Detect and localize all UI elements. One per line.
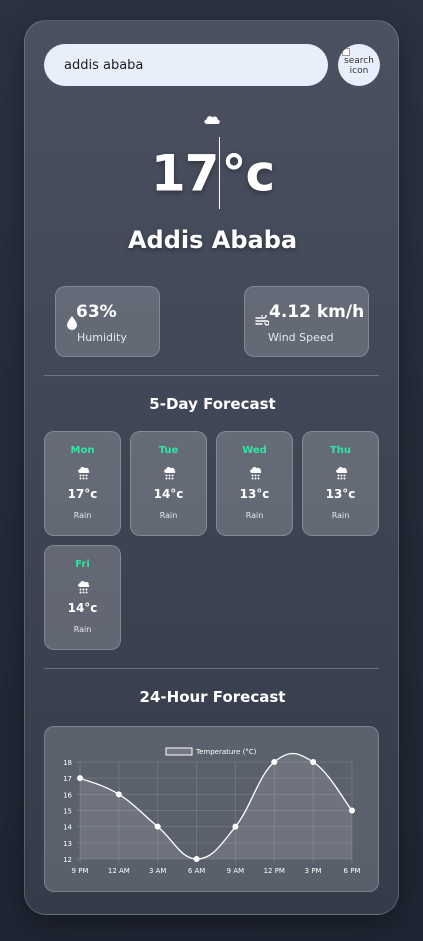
rain-cloud-icon	[78, 466, 90, 480]
wind-label: Wind Speed	[268, 331, 334, 344]
data-point	[310, 759, 317, 765]
wind-box: 4.12 km/h Wind Speed	[244, 286, 369, 357]
weather-card: search icon 17°c Addis Ababa 63% Humidit…	[24, 20, 399, 915]
y-tick-label: 18	[63, 759, 72, 767]
forecast-day-description: Rain	[73, 511, 92, 520]
temperature-unit: °c	[221, 144, 275, 203]
data-point	[193, 856, 200, 862]
y-tick-label: 17	[63, 775, 72, 783]
five-day-forecast-title: 5-Day Forecast	[149, 395, 276, 413]
forecast-day-description: Rain	[159, 511, 178, 520]
search-button[interactable]: search icon	[338, 44, 380, 86]
cloud-icon	[204, 116, 220, 124]
x-tick-label: 3 AM	[149, 867, 167, 875]
divider	[44, 668, 379, 669]
humidity-label: Humidity	[77, 331, 127, 344]
forecast-day-temperature: 14°c	[67, 601, 98, 615]
y-tick-label: 12	[63, 856, 72, 864]
y-tick-label: 14	[63, 824, 72, 832]
forecast-day-temperature: 14°c	[153, 487, 184, 501]
x-tick-label: 9 AM	[227, 867, 245, 875]
data-point	[349, 807, 355, 814]
x-tick-label: 6 PM	[344, 867, 361, 875]
current-temperature: 17°c	[25, 137, 400, 213]
x-tick-label: 3 PM	[305, 867, 322, 875]
x-tick-label: 12 PM	[264, 867, 285, 875]
data-point	[271, 759, 278, 765]
forecast-day-description: Rain	[73, 625, 92, 634]
data-point	[77, 775, 83, 782]
hourly-chart-container: 12 13 14 15 16 17 18 9 PM 12 AM 3 AM 6 AM 9 AM 12 PM…	[44, 726, 379, 892]
legend-swatch	[165, 747, 193, 756]
rain-cloud-icon	[250, 466, 262, 480]
rain-cloud-icon	[336, 466, 348, 480]
y-tick-label: 16	[63, 791, 72, 799]
legend-label: Temperature (°C)	[195, 748, 257, 756]
x-tick-label: 12 AM	[108, 867, 130, 875]
forecast-day-card: Wed 13°c Rain	[216, 431, 293, 536]
forecast-day-name: Thu	[329, 445, 352, 456]
x-tick-label: 9 PM	[72, 867, 89, 875]
forecast-day-temperature: 17°c	[67, 487, 98, 501]
hourly-forecast-title: 24-Hour Forecast	[139, 688, 286, 706]
forecast-day-name: Wed	[242, 445, 267, 456]
data-point	[115, 791, 122, 798]
forecast-day-card: Mon 17°c Rain	[44, 431, 121, 536]
forecast-day-temperature: 13°c	[325, 487, 356, 501]
rain-cloud-icon	[164, 466, 176, 480]
x-tick-label: 6 AM	[188, 867, 206, 875]
search-button-alt-text: search icon	[344, 56, 374, 76]
forecast-day-card: Thu 13°c Rain	[302, 431, 379, 536]
humidity-value: 63%	[76, 302, 117, 322]
humidity-box: 63% Humidity	[55, 286, 160, 357]
wind-icon	[255, 315, 269, 326]
y-tick-label: 13	[63, 840, 72, 848]
forecast-day-card: Tue 14°c Rain	[130, 431, 207, 536]
divider	[44, 375, 379, 376]
broken-image-icon	[342, 48, 350, 56]
forecast-day-temperature: 13°c	[239, 487, 270, 501]
city-name: Addis Ababa	[127, 226, 298, 254]
forecast-day-name: Tue	[158, 445, 179, 456]
temperature-value: 17	[150, 144, 220, 203]
data-point	[232, 823, 239, 830]
y-tick-label: 15	[63, 808, 72, 816]
forecast-day-description: Rain	[245, 511, 264, 520]
forecast-day-description: Rain	[331, 511, 350, 520]
rain-cloud-icon	[78, 580, 90, 594]
search-input[interactable]	[44, 44, 328, 86]
text-caret	[219, 137, 221, 209]
hourly-temperature-chart: 12 13 14 15 16 17 18 9 PM 12 AM 3 AM 6 AM 9 AM 12 PM…	[63, 747, 361, 875]
wind-value: 4.12 km/h	[269, 302, 365, 322]
forecast-day-name: Mon	[70, 445, 95, 456]
forecast-day-name: Fri	[75, 559, 90, 570]
search-bar: search icon	[44, 44, 381, 86]
forecast-day-card: Fri 14°c Rain	[44, 545, 121, 650]
data-point	[154, 823, 161, 830]
